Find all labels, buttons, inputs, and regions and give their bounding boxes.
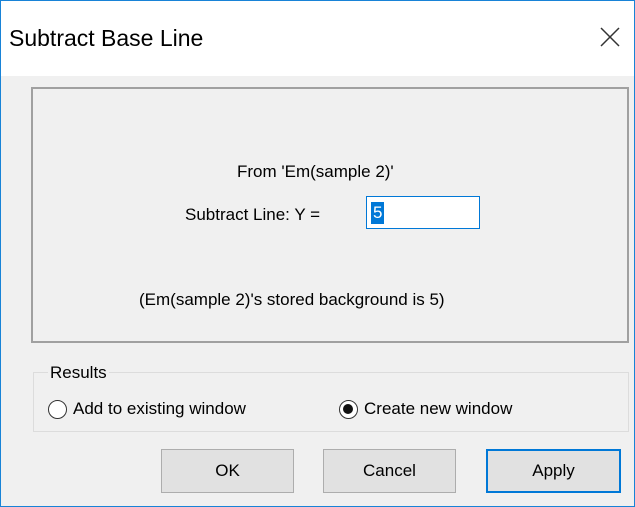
radio-unchecked-icon [48,399,67,419]
subtract-panel: From 'Em(sample 2)' Subtract Line: Y = 5… [31,87,629,343]
ok-button[interactable]: OK [161,449,294,493]
radio-label: Create new window [364,399,513,418]
add-to-existing-window-radio[interactable]: Add to existing window [48,399,246,419]
subtract-line-label: Subtract Line: Y = [185,205,320,224]
cancel-button[interactable]: Cancel [323,449,456,493]
y-value-selected-text: 5 [371,202,385,224]
title-bar[interactable]: Subtract Base Line [1,1,634,76]
close-icon[interactable] [593,20,627,54]
apply-button[interactable]: Apply [486,449,621,493]
results-legend: Results [48,363,109,383]
radio-label: Add to existing window [73,399,246,418]
y-value-input[interactable]: 5 [366,196,480,229]
dialog-title: Subtract Base Line [9,25,204,51]
source-label: From 'Em(sample 2)' [237,162,394,181]
radio-checked-icon [339,399,358,419]
subtract-base-line-dialog: Subtract Base Line From 'Em(sample 2)' S… [0,0,635,507]
create-new-window-radio[interactable]: Create new window [339,399,512,419]
background-note: (Em(sample 2)'s stored background is 5) [139,290,445,309]
